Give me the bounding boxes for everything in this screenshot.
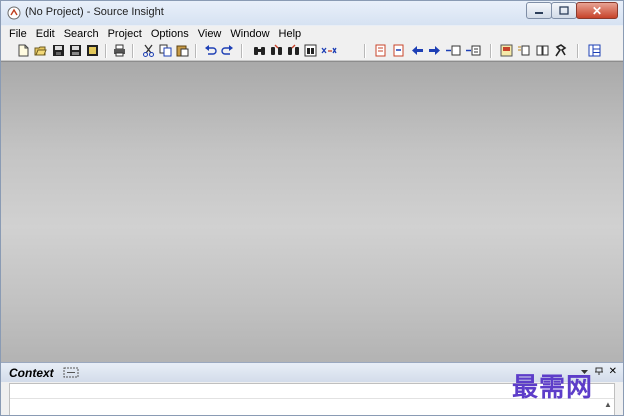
menu-window[interactable]: Window bbox=[230, 28, 269, 40]
forward-icon[interactable] bbox=[428, 44, 441, 57]
search-files-icon[interactable] bbox=[270, 44, 283, 57]
context-panel-options-icon[interactable] bbox=[63, 366, 81, 379]
save-icon[interactable] bbox=[52, 44, 65, 57]
toolbar-separator bbox=[105, 44, 107, 58]
toolbar-separator bbox=[195, 44, 197, 58]
symbol-window-icon[interactable] bbox=[500, 44, 513, 57]
title-bar[interactable]: (No Project) - Source Insight ✕ bbox=[1, 1, 623, 25]
editor-workspace[interactable] bbox=[1, 61, 623, 362]
undo-icon[interactable] bbox=[204, 44, 217, 57]
window-controls: ✕ bbox=[526, 2, 618, 19]
maximize-button[interactable] bbox=[551, 2, 577, 19]
watermark: 最需网 bbox=[512, 373, 594, 403]
app-window: (No Project) - Source Insight ✕ File Edi… bbox=[0, 0, 624, 416]
replace-icon[interactable] bbox=[321, 44, 337, 57]
search-project-icon[interactable] bbox=[287, 44, 300, 57]
minimize-icon bbox=[535, 11, 543, 14]
browse-icon[interactable] bbox=[536, 44, 549, 57]
close-file-icon[interactable] bbox=[86, 44, 99, 57]
close-icon: ✕ bbox=[591, 3, 603, 18]
back-icon[interactable] bbox=[411, 44, 424, 57]
menu-edit[interactable]: Edit bbox=[36, 28, 55, 40]
relation-window-icon[interactable] bbox=[517, 44, 530, 57]
toolbar-separator bbox=[490, 44, 492, 58]
toolbar-separator bbox=[364, 44, 366, 58]
window-title: (No Project) - Source Insight bbox=[25, 6, 164, 18]
menu-file[interactable]: File bbox=[9, 28, 27, 40]
search-icon[interactable] bbox=[253, 44, 266, 57]
layout-icon[interactable] bbox=[588, 44, 601, 57]
panel-pin-icon[interactable] bbox=[594, 367, 604, 376]
scroll-up-arrow-icon[interactable]: ▲ bbox=[603, 400, 613, 410]
save-all-icon[interactable] bbox=[69, 44, 82, 57]
close-button[interactable]: ✕ bbox=[576, 2, 618, 19]
jump-prev-icon[interactable] bbox=[445, 44, 461, 57]
maximize-icon bbox=[559, 6, 569, 15]
redo-icon[interactable] bbox=[221, 44, 234, 57]
paste-icon[interactable] bbox=[176, 44, 189, 57]
menu-project[interactable]: Project bbox=[108, 28, 142, 40]
minimize-button[interactable] bbox=[526, 2, 552, 19]
bookmark-next-icon[interactable] bbox=[392, 44, 405, 57]
menu-bar: File Edit Search Project Options View Wi… bbox=[1, 26, 623, 41]
menu-search[interactable]: Search bbox=[64, 28, 99, 40]
copy-icon[interactable] bbox=[159, 44, 172, 57]
panel-close-icon[interactable]: ✕ bbox=[609, 366, 617, 377]
lookup-references-icon[interactable] bbox=[304, 44, 317, 57]
main-toolbar bbox=[1, 41, 623, 61]
cut-icon[interactable] bbox=[142, 44, 155, 57]
context-panel-title: Context bbox=[9, 366, 54, 380]
toolbar-separator bbox=[577, 44, 579, 58]
open-folder-icon[interactable] bbox=[34, 44, 47, 57]
toolbar-separator bbox=[132, 44, 134, 58]
menu-help[interactable]: Help bbox=[279, 28, 302, 40]
print-icon[interactable] bbox=[113, 44, 126, 57]
new-file-icon[interactable] bbox=[17, 44, 30, 57]
menu-options[interactable]: Options bbox=[151, 28, 189, 40]
toolbar-separator bbox=[241, 44, 243, 58]
jump-next-icon[interactable] bbox=[465, 44, 481, 57]
bookmark-icon[interactable] bbox=[374, 44, 387, 57]
activate-icon[interactable] bbox=[554, 44, 567, 57]
menu-view[interactable]: View bbox=[198, 28, 222, 40]
source-insight-app-icon bbox=[7, 6, 21, 20]
